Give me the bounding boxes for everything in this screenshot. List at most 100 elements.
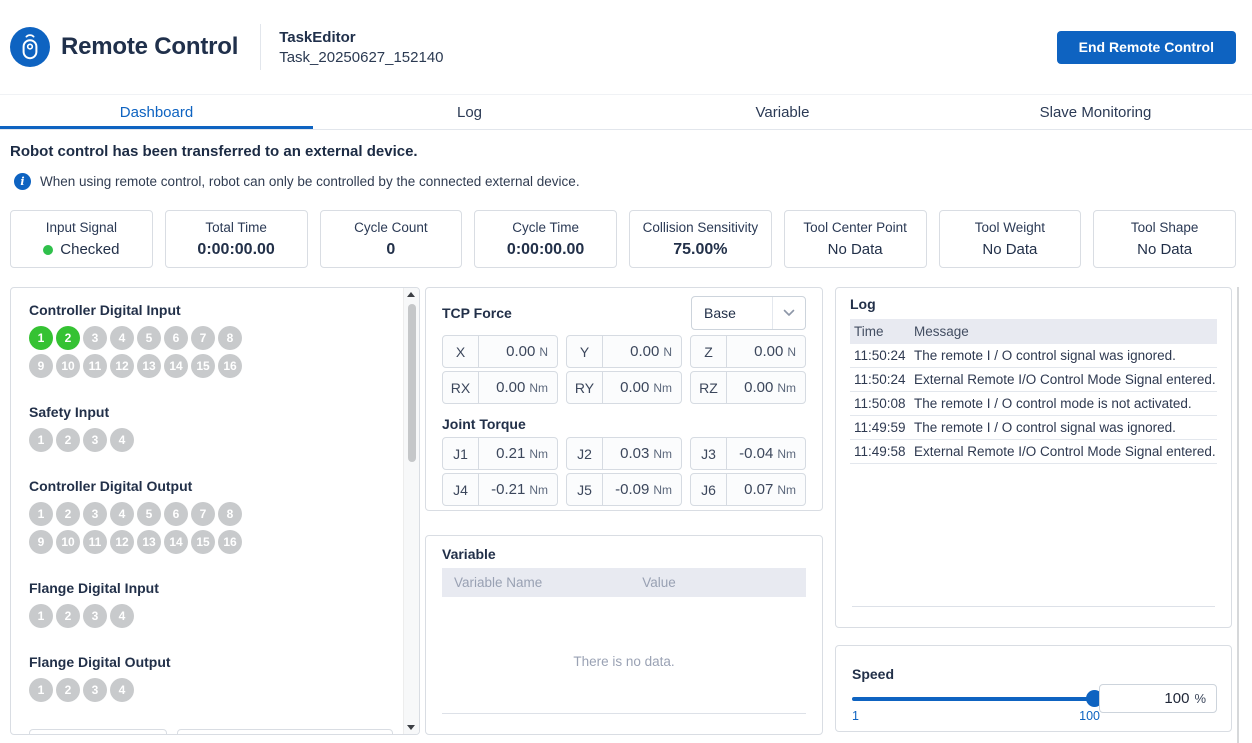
field-value-wrap: -0.09Nm (603, 474, 681, 505)
field-value: 0.00 (506, 343, 535, 360)
io-indicator: 6 (164, 326, 188, 350)
field-unit: Nm (777, 447, 796, 461)
tab-dashboard[interactable]: Dashboard (0, 95, 313, 129)
field-unit: Nm (529, 381, 548, 395)
io-indicator: 4 (110, 326, 134, 350)
panel-divider (442, 713, 806, 714)
status-card-title: Tool Weight (975, 220, 1045, 235)
io-indicator-row: 910111213141516 (29, 354, 403, 378)
field-value: -0.09 (615, 481, 649, 498)
scroll-down-icon[interactable] (407, 725, 415, 730)
io-indicator: 1 (29, 678, 53, 702)
io-indicator: 4 (110, 502, 134, 526)
field-value-wrap: -0.21Nm (479, 474, 557, 505)
log-time-column-header: Time (850, 324, 914, 339)
tcp-force-field-rx: RX0.00Nm (442, 371, 558, 404)
joint-torque-title: Joint Torque (442, 416, 806, 432)
variable-empty-text: There is no data. (426, 654, 822, 669)
io-indicator: 3 (83, 678, 107, 702)
scroll-up-icon[interactable] (407, 292, 415, 297)
speed-unit: % (1194, 691, 1206, 706)
field-label: RX (443, 372, 479, 403)
io-partial-field[interactable] (29, 729, 167, 735)
speed-slider-track[interactable] (852, 697, 1100, 701)
field-value-wrap: 0.00 Nm (727, 372, 805, 403)
io-section-title: Controller Digital Output (29, 478, 403, 494)
io-indicator: 1 (29, 428, 53, 452)
io-section-title: Flange Digital Output (29, 654, 403, 670)
log-rows: 11:50:24The remote I / O control signal … (850, 344, 1217, 464)
tab-variable[interactable]: Variable (626, 95, 939, 129)
field-value: 0.00 (744, 379, 773, 396)
status-card-tool-center-point: Tool Center PointNo Data (784, 210, 927, 268)
io-partial-field[interactable] (177, 729, 393, 735)
io-indicator: 3 (83, 428, 107, 452)
log-message: The remote I / O control signal was igno… (914, 348, 1217, 363)
notice-info-text: When using remote control, robot can onl… (40, 174, 580, 189)
io-indicator: 13 (137, 530, 161, 554)
field-value: 0.21 (496, 445, 525, 462)
field-label: RZ (691, 372, 727, 403)
tcp-force-title: TCP Force (442, 305, 512, 321)
joint-torque-field-j6: J60.07Nm (690, 473, 806, 506)
io-indicator: 1 (29, 502, 53, 526)
log-message: The remote I / O control signal was igno… (914, 420, 1217, 435)
speed-panel: Speed 1 100 100 % (835, 645, 1232, 732)
status-value-text: 0:00:00.00 (197, 241, 274, 259)
io-indicator: 12 (110, 354, 134, 378)
io-indicator: 14 (164, 530, 188, 554)
io-section-flange-digital-input: Flange Digital Input1234 (29, 580, 403, 628)
page-scrollbar[interactable] (1237, 287, 1239, 743)
speed-value-field[interactable]: 100 % (1099, 684, 1217, 713)
io-indicator: 2 (56, 502, 80, 526)
tcp-frame-select[interactable]: Base (691, 296, 806, 330)
field-unit: Nm (777, 381, 796, 395)
end-remote-control-button[interactable]: End Remote Control (1057, 31, 1236, 64)
io-indicator: 9 (29, 354, 53, 378)
log-panel-title: Log (850, 296, 1217, 312)
io-indicator: 2 (56, 428, 80, 452)
joint-torque-field-j3: J3-0.04Nm (690, 437, 806, 470)
log-message: The remote I / O control mode is not act… (914, 396, 1217, 411)
speed-slider[interactable] (852, 690, 1100, 707)
io-indicator: 15 (191, 530, 215, 554)
speed-max-label: 100 (1079, 709, 1100, 723)
field-value: 0.00 (630, 343, 659, 360)
io-indicator: 14 (164, 354, 188, 378)
speed-min-label: 1 (852, 709, 859, 723)
variable-name-column-header: Variable Name (442, 575, 642, 590)
status-card-input-signal: Input SignalChecked (10, 210, 153, 268)
scrollbar-thumb[interactable] (408, 304, 416, 462)
field-value: 0.03 (620, 445, 649, 462)
status-card-value: 0:00:00.00 (197, 241, 274, 259)
log-panel: Log Time Message 11:50:24The remote I / … (835, 287, 1232, 628)
tab-log[interactable]: Log (313, 95, 626, 129)
tab-slave-monitoring[interactable]: Slave Monitoring (939, 95, 1252, 129)
io-panel-scrollbar[interactable] (403, 288, 419, 734)
io-indicator: 3 (83, 604, 107, 628)
joint-torque-field-j4: J4-0.21Nm (442, 473, 558, 506)
tab-bar: DashboardLogVariableSlave Monitoring (0, 95, 1252, 130)
log-row: 11:49:59The remote I / O control signal … (850, 416, 1217, 440)
task-info: TaskEditor Task_20250627_152140 (279, 29, 443, 66)
io-indicator: 9 (29, 530, 53, 554)
io-indicator: 1 (29, 604, 53, 628)
field-label: J5 (567, 474, 603, 505)
io-indicator-row: 1234 (29, 428, 403, 452)
notice: Robot control has been transferred to an… (10, 143, 580, 190)
io-indicator: 13 (137, 354, 161, 378)
io-partial-button[interactable] (314, 734, 384, 735)
status-card-cycle-count: Cycle Count0 (320, 210, 463, 268)
io-section-safety-input: Safety Input1234 (29, 404, 403, 452)
log-row: 11:50:24External Remote I/O Control Mode… (850, 368, 1217, 392)
io-indicator-row: 1234 (29, 678, 403, 702)
field-value-wrap: 0.00Nm (603, 372, 681, 403)
tcp-force-field-x: X0.00N (442, 335, 558, 368)
field-value-wrap: 0.00N (727, 336, 805, 367)
header-divider (260, 24, 261, 70)
green-status-dot-icon (43, 245, 53, 255)
io-panel: Controller Digital Input1234567891011121… (10, 287, 420, 735)
status-card-title: Tool Shape (1131, 220, 1199, 235)
io-indicator: 11 (83, 354, 107, 378)
remote-control-logo-icon (10, 27, 50, 67)
